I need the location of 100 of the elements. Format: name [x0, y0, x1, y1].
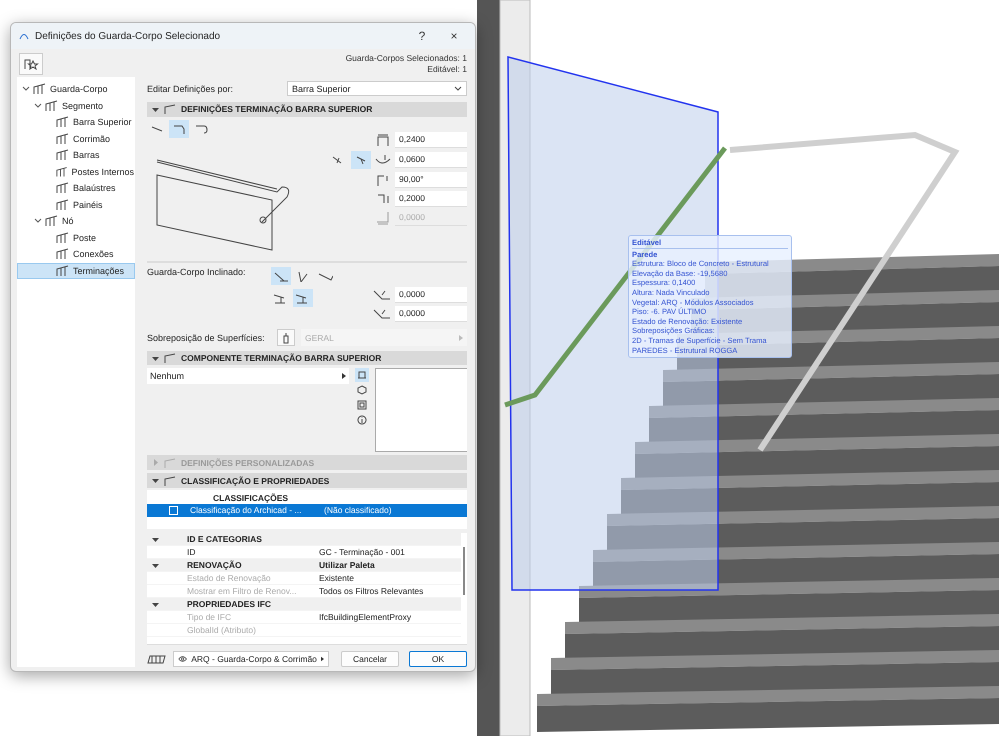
disclosure-triangle-icon[interactable] [152, 562, 159, 569]
railing-icon [56, 149, 70, 162]
section-icon [164, 104, 176, 114]
tree-item[interactable]: Barras [17, 147, 135, 164]
offset-icon [373, 288, 391, 302]
bucket-icon [281, 332, 291, 344]
disclosure-triangle-icon[interactable] [152, 354, 159, 362]
tree-item[interactable]: Nó [17, 213, 135, 230]
tree-item[interactable]: Barra Superior [17, 114, 135, 130]
section-header[interactable]: COMPONENTE TERMINAÇÃO BARRA SUPERIOR [147, 350, 467, 366]
tree-item[interactable]: Corrimão [17, 130, 135, 147]
editable-count: Editável: 1 [427, 64, 467, 75]
app-icon [19, 32, 29, 40]
section-icon [164, 458, 176, 468]
chevron-icon [454, 86, 462, 92]
property-name: ID [187, 547, 196, 558]
property-group-row[interactable]: ID E CATEGORIAS [147, 533, 461, 546]
dimension-field[interactable]: 0,2400 [395, 132, 467, 148]
favorites-button[interactable] [19, 53, 43, 75]
cube-icon [357, 385, 367, 396]
view-mode-button[interactable] [355, 368, 369, 382]
tree-item[interactable]: Terminações [17, 262, 135, 279]
incline-icon [273, 270, 289, 282]
window-title: Definições do Guarda-Corpo Selecionado [35, 30, 222, 42]
edit-by-label: Editar Definições por: [147, 84, 234, 94]
tree-item[interactable]: Conexões [17, 246, 135, 262]
property-value: Existente [319, 573, 355, 584]
caret-icon [342, 373, 346, 380]
rail-end-icon [194, 122, 208, 135]
railing-icon [56, 116, 70, 128]
dimension-field[interactable]: 90,00° [395, 172, 467, 188]
property-value: IfcBuildingElementProxy [319, 612, 412, 622]
disclosure-triangle-icon[interactable] [152, 536, 159, 543]
tree-item[interactable]: Poste [17, 230, 135, 246]
section-header[interactable]: CLASSIFICAÇÃO E PROPRIEDADES [147, 473, 467, 488]
dimension-field[interactable]: 0,2000 [395, 190, 467, 207]
property-name: Estado de Renovação [187, 573, 272, 584]
surface-override-label: Sobreposição de Superfícies: [147, 332, 266, 343]
offset-icon [373, 306, 391, 321]
cancel-button[interactable]: Cancelar [341, 651, 399, 667]
railing-icon [56, 198, 70, 211]
incline-option-button[interactable] [271, 266, 291, 285]
paint-bucket-button[interactable] [277, 329, 295, 346]
rail-angle-icon [355, 154, 367, 166]
offset-field[interactable]: 0,0000 [395, 286, 467, 303]
view-mode-button[interactable] [355, 398, 369, 412]
component-dropdown[interactable]: Nenhum [147, 368, 349, 384]
tree-item[interactable]: Painéis [17, 196, 135, 213]
railing-icon [56, 232, 70, 244]
dimension-icon [375, 210, 391, 225]
layer-icon [147, 653, 167, 665]
disclosure-triangle-icon[interactable] [152, 106, 159, 113]
railing-icon [56, 248, 70, 260]
view-mode-button[interactable] [355, 413, 369, 428]
chevron-icon[interactable] [34, 217, 42, 226]
view-mode-button[interactable] [355, 383, 369, 398]
help-button[interactable]: ? [409, 29, 435, 43]
ok-button[interactable]: OK [409, 651, 467, 667]
step-option-button[interactable] [293, 288, 313, 307]
railing-icon [45, 215, 59, 228]
property-group-row[interactable]: PROPRIEDADES IFC [147, 598, 461, 612]
plan-view-icon [357, 370, 367, 380]
edit-by-dropdown[interactable]: Barra Superior [287, 81, 467, 96]
tree-item[interactable]: Postes Internos [17, 164, 135, 180]
close-button[interactable]: × [441, 29, 467, 43]
scrollbar-thumb[interactable] [463, 547, 465, 596]
property-group-row[interactable]: RENOVAÇÃO Utilizar Paleta [147, 559, 461, 572]
classifications-heading: CLASSIFICAÇÕES [212, 492, 290, 504]
end-mode-button[interactable] [351, 150, 371, 169]
railing-icon [56, 264, 70, 277]
rail-angle-icon [331, 154, 343, 166]
tree-item[interactable]: Segmento [17, 98, 135, 114]
disclosure-triangle-icon[interactable] [152, 600, 159, 608]
section-view-icon [357, 400, 367, 410]
railing-icon [45, 100, 59, 112]
railing-icon [56, 132, 70, 145]
inclined-label: Guarda-Corpo Inclinado: [147, 266, 247, 279]
end-type-button[interactable] [169, 120, 189, 138]
tree-item[interactable]: Guarda-Corpo [17, 81, 135, 98]
dimension-field[interactable]: 0,0600 [395, 152, 467, 168]
favorites-icon [23, 58, 39, 70]
checkbox[interactable] [169, 506, 178, 515]
section-header[interactable]: DEFINIÇÕES TERMINAÇÃO BARRA SUPERIOR [147, 102, 467, 117]
offset-field[interactable]: 0,0000 [395, 306, 467, 322]
property-name: Tipo de IFC [187, 612, 232, 622]
layer-dropdown[interactable]: ARQ - Guarda-Corpo & Corrimão [173, 651, 329, 667]
disclosure-triangle-icon[interactable] [152, 477, 159, 484]
section-icon [164, 476, 176, 486]
railing-icon [33, 83, 47, 96]
railing-icon [56, 182, 70, 194]
classification-row[interactable]: Classificação do Archicad - ... (Não classificado) [147, 504, 467, 517]
property-value: Todos os Filtros Relevantes [319, 586, 424, 596]
section-icon [164, 353, 176, 364]
eye-icon [178, 655, 188, 663]
dimension-icon [375, 192, 391, 206]
property-value: GC - Terminação - 001 [319, 547, 406, 558]
caret-icon [320, 656, 324, 662]
railing-icon [56, 166, 68, 178]
property-name: Mostrar em Filtro de Renov... [187, 586, 298, 596]
tree-item[interactable]: Balaústres [17, 180, 135, 196]
